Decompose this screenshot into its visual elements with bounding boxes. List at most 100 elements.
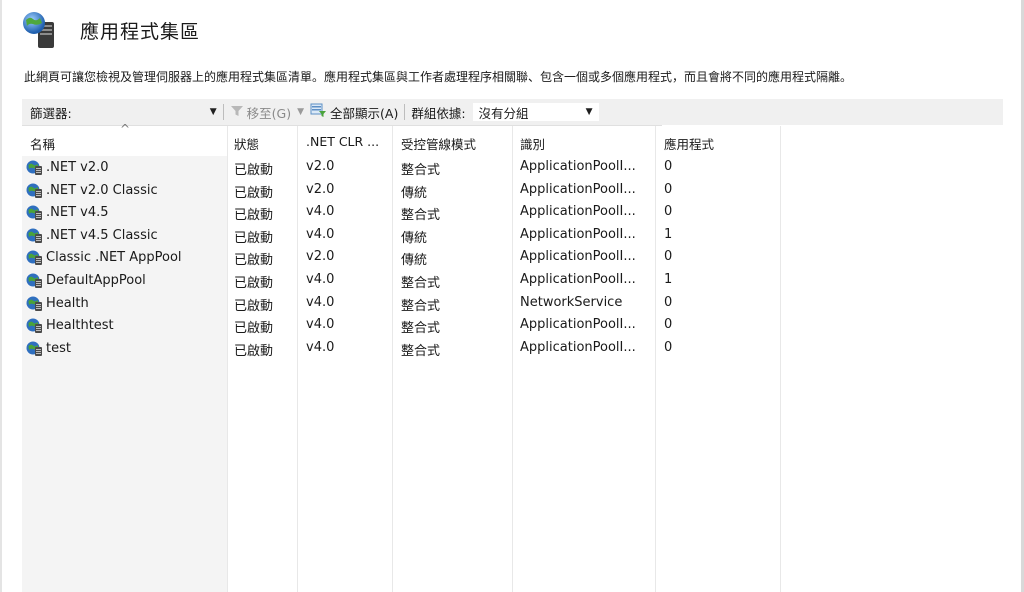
applications-cell: 1 — [664, 226, 673, 242]
goto-dropdown-arrow-icon[interactable]: ▼ — [297, 107, 304, 117]
show-all-button-label: 全部顯示(A) — [330, 105, 399, 121]
table-row[interactable]: .NET v2.0 Classic 已啟動 v2.0 傳統 ApplicationPoo… — [22, 179, 782, 202]
page-description: 此網頁可讓您檢視及管理伺服器上的應用程式集區清單。應用程式集區與工作者處理程序相… — [24, 70, 853, 84]
table-row[interactable]: .NET v4.5 已啟動 v4.0 整合式 ApplicationPoolI... 0 — [22, 201, 782, 224]
column-header-identity[interactable]: 識別 — [520, 134, 545, 153]
applications-cell: 1 — [664, 272, 673, 287]
pool-name-cell[interactable]: .NET v4.5 Classic — [26, 227, 158, 244]
app-pool-icon — [26, 159, 43, 176]
table-row[interactable]: Classic .NET AppPool 已啟動 v2.0 傳統 Application… — [22, 246, 782, 269]
app-pools-table: 名稱 ^ 狀態 .NET CLR ... 受控管線模式 識別 應用程式 .NET… — [22, 122, 1003, 592]
clr-cell: v2.0 — [306, 249, 335, 265]
table-row[interactable]: Healthtest 已啟動 v4.0 整合式 ApplicationPoolI... 0 — [22, 314, 782, 337]
pipeline-cell: 傳統 — [401, 253, 428, 269]
pool-name-cell[interactable]: Health — [26, 295, 89, 312]
applications-cell: 0 — [664, 181, 673, 197]
sort-ascending-icon: ^ — [120, 122, 131, 136]
app-pool-icon — [26, 295, 43, 312]
app-pool-icon — [26, 227, 43, 244]
pool-name-cell[interactable]: test — [26, 340, 71, 357]
pool-name-cell[interactable]: .NET v2.0 Classic — [26, 182, 158, 199]
identity-cell: ApplicationPoolI... — [520, 181, 636, 197]
pool-name: test — [46, 340, 71, 356]
toolbar-separator — [404, 104, 406, 120]
app-pool-icon — [26, 182, 43, 199]
column-header-name[interactable]: 名稱 — [30, 134, 55, 153]
status-cell: 已啟動 — [234, 276, 274, 291]
show-all-icon — [310, 103, 327, 121]
clr-cell: v2.0 — [306, 181, 335, 197]
applications-cell: 0 — [664, 204, 673, 220]
table-row[interactable]: .NET v2.0 已啟動 v2.0 整合式 ApplicationPoolI... 0 — [22, 156, 782, 179]
status-cell: 已啟動 — [234, 343, 274, 359]
page-header: 應用程式集區 — [20, 10, 200, 50]
applications-cell: 0 — [664, 294, 673, 310]
pool-name-cell[interactable]: Classic .NET AppPool — [26, 249, 182, 266]
pool-name: .NET v4.5 — [46, 205, 109, 221]
funnel-icon — [230, 104, 244, 121]
identity-cell: NetworkService — [520, 294, 623, 310]
identity-cell: ApplicationPoolI... — [520, 339, 636, 355]
pipeline-cell: 整合式 — [401, 163, 441, 178]
column-header-status[interactable]: 狀態 — [234, 134, 259, 153]
applications-cell: 0 — [664, 249, 673, 265]
groupby-label: 群組依據: — [411, 105, 466, 121]
goto-button[interactable]: 移至(G) — [230, 103, 291, 122]
table-header: 名稱 ^ 狀態 .NET CLR ... 受控管線模式 識別 應用程式 — [22, 122, 782, 156]
pool-name-cell[interactable]: Healthtest — [26, 317, 114, 334]
show-all-button[interactable]: 全部顯示(A) — [310, 103, 398, 122]
applications-cell: 0 — [664, 159, 673, 174]
table-row[interactable]: DefaultAppPool 已啟動 v4.0 整合式 ApplicationPoolI… — [22, 269, 782, 292]
pool-name: Healthtest — [46, 318, 114, 334]
identity-cell: ApplicationPoolI... — [520, 272, 636, 287]
pipeline-cell: 整合式 — [401, 208, 441, 224]
pipeline-cell: 傳統 — [401, 230, 428, 246]
filter-dropdown-arrow-icon[interactable]: ▼ — [210, 107, 217, 117]
app-pool-icon — [26, 340, 43, 357]
status-cell: 已啟動 — [234, 321, 274, 337]
filter-input[interactable] — [79, 102, 202, 122]
pipeline-cell: 整合式 — [401, 343, 441, 359]
applications-cell: 0 — [664, 317, 673, 333]
column-header-pipeline[interactable]: 受控管線模式 — [401, 134, 476, 153]
groupby-selected-value: 沒有分組 — [478, 105, 529, 121]
pool-name-cell[interactable]: .NET v4.5 — [26, 204, 109, 221]
status-cell: 已啟動 — [234, 230, 274, 246]
app-pools-server-icon — [20, 10, 62, 50]
status-cell: 已啟動 — [234, 185, 274, 201]
status-cell: 已啟動 — [234, 163, 274, 178]
identity-cell: ApplicationPoolI... — [520, 249, 636, 265]
pipeline-cell: 整合式 — [401, 298, 441, 314]
column-header-applications[interactable]: 應用程式 — [664, 134, 714, 153]
groupby-chevron-down-icon: ▼ — [585, 107, 593, 117]
toolbar-separator — [222, 104, 224, 120]
pool-name: Classic .NET AppPool — [46, 250, 182, 266]
goto-button-label: 移至(G) — [246, 105, 292, 121]
app-pool-icon — [26, 272, 43, 289]
clr-cell: v4.0 — [306, 339, 335, 355]
pipeline-cell: 整合式 — [401, 276, 441, 291]
clr-cell: v4.0 — [306, 317, 335, 333]
table-row[interactable]: Health 已啟動 v4.0 整合式 NetworkService 0 — [22, 292, 782, 315]
groupby-select[interactable]: 沒有分組 ▼ — [471, 102, 600, 122]
pool-name-cell[interactable]: DefaultAppPool — [26, 272, 146, 289]
filter-label: 篩選器: — [30, 105, 72, 121]
identity-cell: ApplicationPoolI... — [520, 226, 636, 242]
pool-name: Health — [46, 295, 89, 311]
clr-cell: v4.0 — [306, 226, 335, 242]
table-row[interactable]: test 已啟動 v4.0 整合式 ApplicationPoolI... 0 — [22, 337, 782, 360]
pool-name-cell[interactable]: .NET v2.0 — [26, 159, 109, 176]
clr-cell: v4.0 — [306, 272, 335, 287]
page-title: 應用程式集區 — [80, 20, 201, 43]
identity-cell: ApplicationPoolI... — [520, 204, 636, 220]
status-cell: 已啟動 — [234, 208, 274, 224]
identity-cell: ApplicationPoolI... — [520, 159, 636, 174]
column-header-clr[interactable]: .NET CLR ... — [306, 134, 379, 149]
identity-cell: ApplicationPoolI... — [520, 317, 636, 333]
pipeline-cell: 傳統 — [401, 185, 428, 201]
table-row[interactable]: .NET v4.5 Classic 已啟動 v4.0 傳統 ApplicationPoo… — [22, 224, 782, 247]
filter-toolbar: 篩選器: ▼ 移至(G) ▼ 全部顯示(A) 群組依據: 沒有分組 ▼ — [22, 99, 662, 126]
app-pool-icon — [26, 204, 43, 221]
clr-cell: v4.0 — [306, 294, 335, 310]
window-left-border — [0, 0, 2, 592]
